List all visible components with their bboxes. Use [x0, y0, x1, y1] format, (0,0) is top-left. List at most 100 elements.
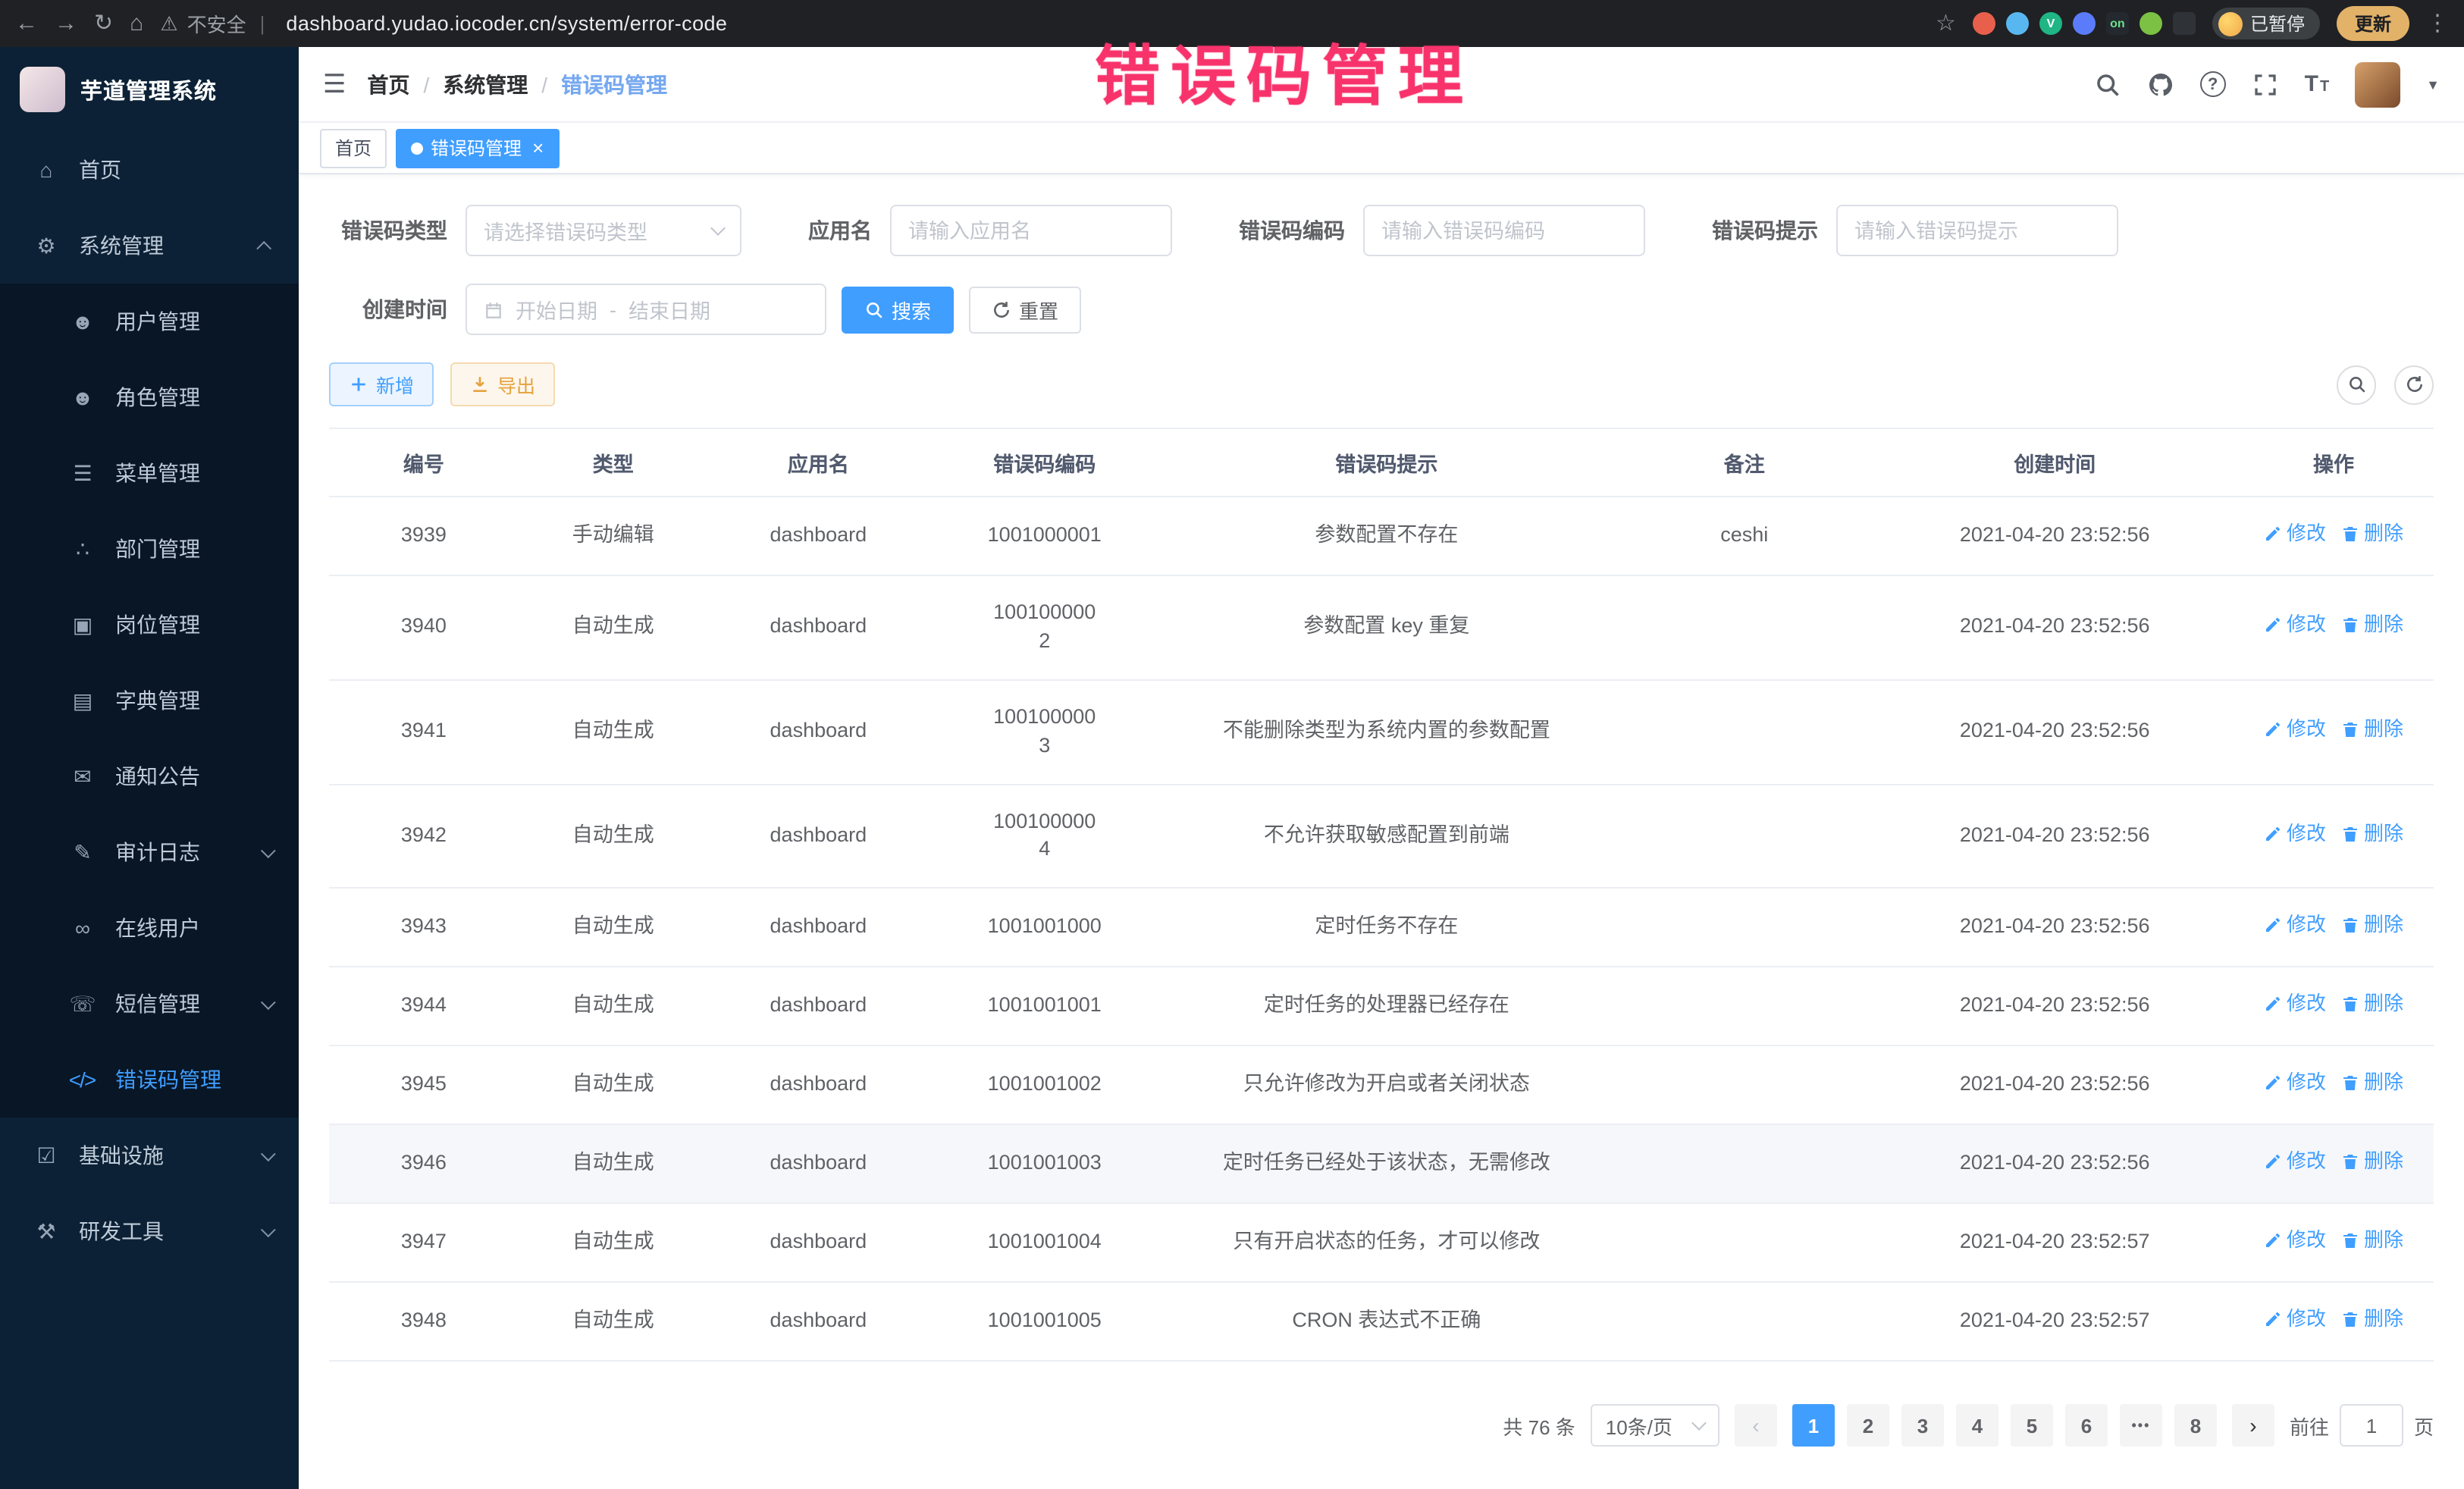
sidebar-item-online[interactable]: ∞在线用户 [0, 890, 299, 966]
browser-profile-chip[interactable]: 已暂停 [2212, 8, 2320, 39]
url-bar[interactable]: dashboard.yudao.iocoder.cn/system/error-… [286, 12, 727, 35]
app-name-input[interactable] [908, 219, 1154, 242]
security-indicator[interactable]: ⚠ 不安全 | [160, 9, 269, 38]
edit-link[interactable]: 修改 [2264, 1306, 2326, 1334]
user-avatar[interactable] [2355, 61, 2400, 107]
sidebar-item-auditlog[interactable]: ✎审计日志 [0, 814, 299, 890]
edit-link[interactable]: 修改 [2264, 912, 2326, 939]
delete-link[interactable]: 删除 [2341, 912, 2403, 939]
sidebar-item-menu[interactable]: ☰菜单管理 [0, 435, 299, 511]
page-button-1[interactable]: 1 [1792, 1404, 1835, 1447]
page-ellipsis[interactable]: ••• [2120, 1404, 2162, 1447]
app-logo[interactable]: 芋道管理系统 [0, 47, 299, 132]
page-button-8[interactable]: 8 [2174, 1404, 2217, 1447]
edit-link[interactable]: 修改 [2264, 716, 2326, 743]
refresh-table-button[interactable] [2394, 365, 2434, 404]
tab-close-icon[interactable]: × [532, 136, 544, 159]
error-code-input[interactable] [1381, 219, 1627, 242]
fullscreen-icon[interactable] [2252, 71, 2279, 98]
sidebar-item-role[interactable]: ☻角色管理 [0, 359, 299, 435]
delete-link[interactable]: 删除 [2341, 1227, 2403, 1255]
bookmark-star-icon[interactable]: ☆ [1936, 12, 1956, 35]
sidebar-item-system[interactable]: ⚙系统管理 [0, 208, 299, 284]
reload-icon[interactable]: ↻ [94, 12, 113, 35]
export-button[interactable]: 导出 [450, 362, 555, 406]
table-row[interactable]: 3946自动生成dashboard1001001003定时任务已经处于该状态，无… [329, 1126, 2434, 1205]
edit-link[interactable]: 修改 [2264, 1227, 2326, 1255]
page-button-3[interactable]: 3 [1901, 1404, 1944, 1447]
forward-icon[interactable]: → [55, 12, 77, 35]
table-row[interactable]: 3948自动生成dashboard1001001005CRON 表达式不正确20… [329, 1284, 2434, 1362]
sidebar-item-user[interactable]: ☻用户管理 [0, 284, 299, 359]
add-button[interactable]: 新增 [329, 362, 434, 406]
table-row[interactable]: 3945自动生成dashboard1001001002只允许修改为开启或者关闭状… [329, 1047, 2434, 1126]
browser-home-icon[interactable]: ⌂ [130, 12, 143, 35]
sidebar-item-devtool[interactable]: ⚒研发工具 [0, 1193, 299, 1269]
extension-red-icon[interactable] [1973, 12, 1995, 35]
breadcrumb-home[interactable]: 首页 [368, 69, 410, 99]
table-row[interactable]: 3939手动编辑dashboard1001000001参数配置不存在ceshi2… [329, 497, 2434, 576]
goto-page-input[interactable] [2340, 1404, 2403, 1447]
delete-link[interactable]: 删除 [2341, 612, 2403, 639]
edit-link[interactable]: 修改 [2264, 1149, 2326, 1176]
delete-link[interactable]: 删除 [2341, 716, 2403, 743]
update-button[interactable]: 更新 [2337, 6, 2409, 41]
extension-green-v-icon[interactable]: V [2039, 12, 2062, 35]
edit-link[interactable]: 修改 [2264, 820, 2326, 848]
browser-menu-icon[interactable]: ⋮ [2426, 12, 2449, 35]
sidebar-item-infra[interactable]: ☑基础设施 [0, 1118, 299, 1193]
back-icon[interactable]: ← [15, 12, 38, 35]
edit-link[interactable]: 修改 [2264, 1070, 2326, 1097]
error-msg-input[interactable] [1854, 219, 2100, 242]
date-range-picker[interactable]: 开始日期 - 结束日期 [466, 284, 826, 335]
edit-link[interactable]: 修改 [2264, 991, 2326, 1018]
help-icon[interactable]: ? [2200, 71, 2226, 97]
prev-page-button[interactable]: ‹ [1735, 1404, 1777, 1447]
table-row[interactable]: 3942自动生成dashboard1001000004不允许获取敏感配置到前端2… [329, 785, 2434, 889]
edit-link[interactable]: 修改 [2264, 520, 2326, 547]
next-page-button[interactable]: › [2232, 1404, 2274, 1447]
delete-link[interactable]: 删除 [2341, 820, 2403, 848]
extension-blue-icon[interactable] [2006, 12, 2029, 35]
sidebar-item-errorcode[interactable]: </>错误码管理 [0, 1042, 299, 1118]
table-row[interactable]: 3940自动生成dashboard1001000002参数配置 key 重复20… [329, 576, 2434, 681]
delete-link[interactable]: 删除 [2341, 991, 2403, 1018]
extension-indigo-icon[interactable] [2073, 12, 2096, 35]
delete-link[interactable]: 删除 [2341, 520, 2403, 547]
sidebar-item-home[interactable]: ⌂首页 [0, 132, 299, 208]
delete-link[interactable]: 删除 [2341, 1149, 2403, 1176]
page-button-5[interactable]: 5 [2011, 1404, 2053, 1447]
search-button[interactable]: 搜索 [842, 286, 954, 333]
reset-button[interactable]: 重置 [969, 286, 1081, 333]
extension-pin-icon[interactable] [2173, 12, 2196, 35]
sidebar-item-dict[interactable]: ▤字典管理 [0, 663, 299, 738]
search-icon[interactable] [2094, 71, 2121, 98]
extension-on-icon[interactable]: on [2106, 12, 2129, 35]
tab-error-code[interactable]: 错误码管理 × [396, 128, 559, 168]
delete-link[interactable]: 删除 [2341, 1306, 2403, 1334]
toggle-search-button[interactable] [2337, 365, 2376, 404]
sidebar-item-notice[interactable]: ✉通知公告 [0, 738, 299, 814]
avatar-caret-icon[interactable]: ▼ [2426, 77, 2440, 92]
table-row[interactable]: 3943自动生成dashboard1001001000定时任务不存在2021-0… [329, 889, 2434, 968]
page-size-select[interactable]: 10条/页 [1591, 1404, 1719, 1447]
github-icon[interactable] [2147, 71, 2174, 98]
table-row[interactable]: 3944自动生成dashboard1001001001定时任务的处理器已经存在2… [329, 968, 2434, 1047]
font-size-icon[interactable]: TT [2305, 71, 2330, 97]
extension-green-icon[interactable] [2140, 12, 2162, 35]
table-row[interactable]: 3947自动生成dashboard1001001004只有开启状态的任务，才可以… [329, 1205, 2434, 1284]
hamburger-icon[interactable]: ☰ [323, 69, 346, 99]
page-button-2[interactable]: 2 [1847, 1404, 1889, 1447]
page-button-6[interactable]: 6 [2065, 1404, 2108, 1447]
tab-home[interactable]: 首页 [320, 128, 387, 168]
page-buttons: 123456 ••• 8 [1792, 1404, 2217, 1447]
breadcrumb-system[interactable]: 系统管理 [443, 69, 528, 99]
error-type-select[interactable]: 请选择错误码类型 [466, 205, 741, 256]
edit-link[interactable]: 修改 [2264, 612, 2326, 639]
sidebar-item-post[interactable]: ▣岗位管理 [0, 587, 299, 663]
page-button-4[interactable]: 4 [1956, 1404, 1998, 1447]
delete-link[interactable]: 删除 [2341, 1070, 2403, 1097]
sidebar-item-dept[interactable]: ∴部门管理 [0, 511, 299, 587]
table-row[interactable]: 3941自动生成dashboard1001000003不能删除类型为系统内置的参… [329, 681, 2434, 785]
sidebar-item-sms[interactable]: ☏短信管理 [0, 966, 299, 1042]
